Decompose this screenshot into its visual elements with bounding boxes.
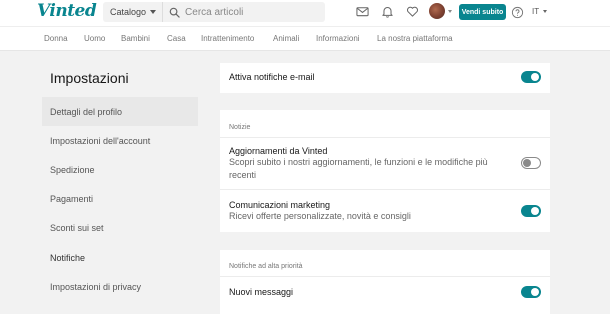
top-header: Vinted Catalogo Vendi subito IT <box>0 0 610 26</box>
email-notifications-card: Attiva notifiche e-mail <box>220 63 550 93</box>
sidebar-item-account-settings[interactable]: Impostazioni dell'account <box>42 126 198 155</box>
category-nav-item[interactable]: Donna <box>44 34 68 43</box>
category-nav-item[interactable]: Informazioni <box>316 34 360 43</box>
category-nav-item[interactable]: Intrattenimento <box>201 34 254 43</box>
divider <box>220 276 550 277</box>
toggle-knob <box>523 159 531 167</box>
marketing-toggle[interactable] <box>521 205 541 217</box>
toggle-knob <box>531 73 539 81</box>
vinted-logo[interactable]: Vinted <box>37 1 97 21</box>
sidebar-item-notifications[interactable]: Notifiche <box>42 243 198 272</box>
marketing-row: Comunicazioni marketing Ricevi offerte p… <box>220 200 550 223</box>
email-notifications-toggle[interactable] <box>521 71 541 83</box>
category-nav-item[interactable]: Uomo <box>84 34 105 43</box>
marketing-description: Ricevi offerte personalizzate, novità e … <box>229 211 411 221</box>
mail-icon[interactable] <box>356 5 369 18</box>
email-notifications-label: Attiva notifiche e-mail <box>229 72 315 82</box>
sell-now-button[interactable]: Vendi subito <box>459 4 506 20</box>
chevron-down-icon <box>150 10 157 14</box>
sidebar-item-payments[interactable]: Pagamenti <box>42 184 198 213</box>
divider <box>220 137 550 138</box>
vinted-updates-title: Aggiornamenti da Vinted <box>229 146 328 156</box>
chevron-down-icon[interactable] <box>448 10 452 13</box>
high-priority-card: Notifiche ad alta priorità Nuovi messagg… <box>220 250 550 314</box>
category-nav-item[interactable]: Animali <box>273 34 299 43</box>
category-nav: Donna Uomo Bambini Casa Intrattenimento … <box>0 26 610 51</box>
settings-title: Impostazioni <box>50 70 129 86</box>
sidebar-item-profile-details[interactable]: Dettagli del profilo <box>42 97 198 126</box>
vinted-updates-row: Aggiornamenti da Vinted Scopri subito i … <box>220 146 550 182</box>
help-icon[interactable] <box>511 6 524 19</box>
toggle-knob <box>531 288 539 296</box>
sidebar-item-shipping[interactable]: Spedizione <box>42 155 198 184</box>
chevron-down-icon <box>543 10 548 13</box>
marketing-title: Comunicazioni marketing <box>229 200 331 210</box>
toggle-knob <box>531 207 539 215</box>
language-label: IT <box>532 7 540 16</box>
new-messages-title: Nuovi messaggi <box>229 287 294 297</box>
search-icon <box>169 7 180 18</box>
vinted-updates-description: Scopri subito i nostri aggiornamenti, le… <box>229 157 488 180</box>
sidebar-item-bundle-discounts[interactable]: Sconti sui set <box>42 213 198 242</box>
vinted-updates-toggle[interactable] <box>521 157 541 169</box>
new-messages-toggle[interactable] <box>521 286 541 298</box>
search-input[interactable] <box>185 6 326 18</box>
news-card: Notizie Aggiornamenti da Vinted Scopri s… <box>220 110 550 232</box>
sidebar-item-privacy-settings[interactable]: Impostazioni di privacy <box>42 272 198 301</box>
news-section-label: Notizie <box>229 124 251 131</box>
divider <box>220 189 550 190</box>
email-notifications-row: Attiva notifiche e-mail <box>220 72 550 82</box>
bell-icon[interactable] <box>381 5 394 18</box>
avatar[interactable] <box>429 3 445 19</box>
category-nav-item[interactable]: Casa <box>167 34 186 43</box>
heart-icon[interactable] <box>406 5 419 18</box>
high-priority-section-label: Notifiche ad alta priorità <box>229 263 303 270</box>
category-nav-item[interactable]: Bambini <box>121 34 150 43</box>
search-bar: Catalogo <box>103 2 326 22</box>
language-selector[interactable]: IT <box>532 7 548 16</box>
new-messages-row: Nuovi messaggi <box>220 287 550 297</box>
catalog-dropdown-label: Catalogo <box>110 7 147 17</box>
catalog-dropdown[interactable]: Catalogo <box>103 2 164 22</box>
category-nav-item[interactable]: La nostra piattaforma <box>377 34 453 43</box>
